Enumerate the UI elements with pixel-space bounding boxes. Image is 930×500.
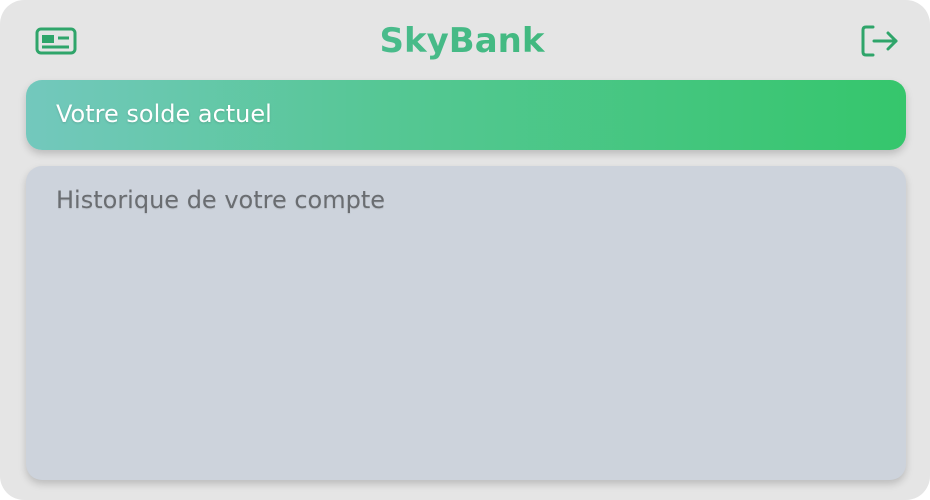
balance-card: Votre solde actuel xyxy=(26,80,906,150)
logout-icon-graphic xyxy=(861,25,898,57)
app-title: SkyBank xyxy=(0,18,924,64)
history-panel: Historique de votre compte xyxy=(26,166,906,480)
logout-icon[interactable] xyxy=(860,24,900,58)
balance-label: Votre solde actuel xyxy=(56,100,272,128)
header-bar: SkyBank xyxy=(0,0,930,82)
history-title: Historique de votre compte xyxy=(56,186,386,214)
app-window: SkyBank Votre solde actuel Historique de… xyxy=(0,0,930,500)
